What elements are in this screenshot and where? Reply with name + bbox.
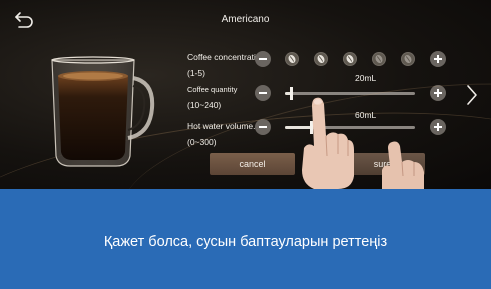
coffee-bean-icon[interactable] <box>343 52 357 66</box>
coffee-machine-screen: Americano Coffee concentration (1-5) Cof… <box>0 0 491 189</box>
coffee-bean-icon[interactable] <box>401 52 415 66</box>
cancel-button[interactable]: cancel <box>210 153 295 175</box>
concentration-range: (1-5) <box>187 68 205 78</box>
caption-band: Қажет болса, сусын баптауларын реттеңіз <box>0 189 491 289</box>
instruction-caption: Қажет болса, сусын баптауларын реттеңіз <box>103 234 388 250</box>
hot-water-label: Hot water volume... <box>187 121 261 131</box>
quantity-slider-thumb[interactable] <box>290 87 293 100</box>
coffee-cup-image <box>51 56 155 167</box>
app-root: Americano Coffee concentration (1-5) Cof… <box>0 0 491 289</box>
coffee-bean-icon[interactable] <box>372 52 386 66</box>
quantity-value: 20mL <box>355 73 377 83</box>
quantity-range: (10~240) <box>187 100 222 110</box>
hot-water-value: 60mL <box>355 110 377 120</box>
hot-water-range: (0~300) <box>187 137 217 147</box>
hot-water-decrease-button[interactable] <box>255 119 271 135</box>
pressing-hand-image <box>382 141 424 189</box>
hot-water-increase-button[interactable] <box>430 119 446 135</box>
quantity-increase-button[interactable] <box>430 85 446 101</box>
chevron-right-icon[interactable] <box>466 84 478 106</box>
hot-water-slider-fill <box>285 126 311 129</box>
drink-title: Americano <box>221 14 270 25</box>
pointing-hand-image <box>302 97 354 189</box>
hot-water-slider-thumb[interactable] <box>310 121 313 134</box>
sure-button[interactable]: sure <box>340 153 425 175</box>
coffee-bean-icon[interactable] <box>314 52 328 66</box>
concentration-label: Coffee concentration <box>187 52 266 62</box>
concentration-decrease-button[interactable] <box>255 51 271 67</box>
quantity-label: Coffee quantity <box>187 85 238 94</box>
concentration-increase-button[interactable] <box>430 51 446 67</box>
hot-water-slider[interactable] <box>285 121 415 134</box>
coffee-bean-icon[interactable] <box>285 52 299 66</box>
quantity-decrease-button[interactable] <box>255 85 271 101</box>
quantity-slider[interactable] <box>285 87 415 100</box>
